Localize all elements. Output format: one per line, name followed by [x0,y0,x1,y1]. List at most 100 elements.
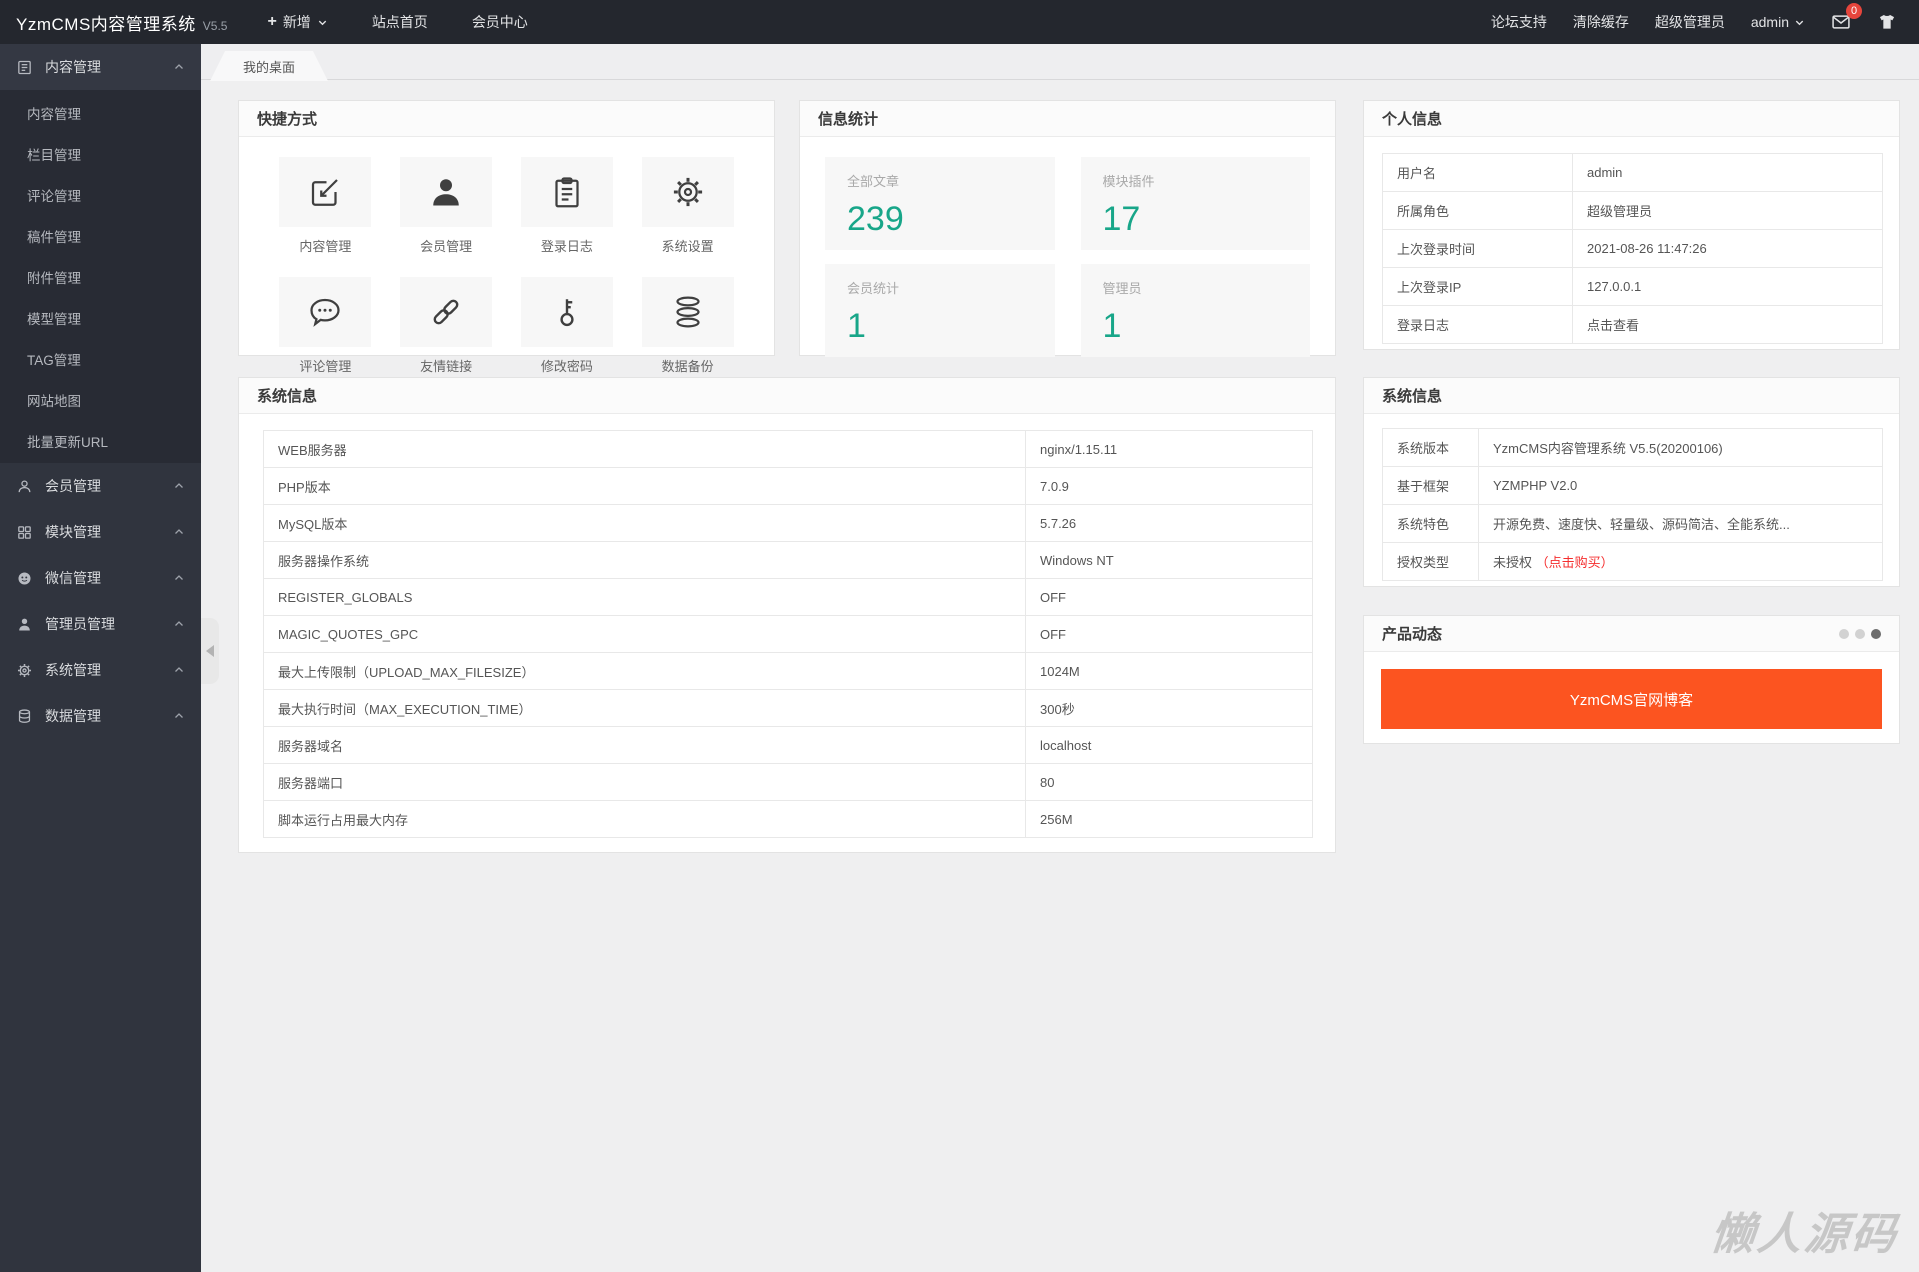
stat-total-articles: 全部文章 239 [825,157,1055,250]
row-value: 127.0.0.1 [1572,267,1883,306]
row-label: PHP版本 [263,467,1026,505]
tab-my-desktop[interactable]: 我的桌面 [210,51,328,81]
sidebar-group-wechat[interactable]: 微信管理 [0,555,201,601]
top-nav: + 新增 站点首页 会员中心 [267,12,527,32]
table-row: 上次登录时间 2021-08-26 11:47:26 [1382,229,1883,268]
profile-table: 用户名 admin 所属角色 超级管理员 上次登录时间 2021-08-26 11:4… [1382,153,1883,344]
buy-license-link[interactable]: （点击购买） [1536,555,1614,570]
panel-title: 快捷方式 [239,101,774,137]
login-log-link[interactable]: 点击查看 [1572,305,1883,344]
row-value: Windows NT [1025,541,1313,579]
row-value: YzmCMS内容管理系统 V5.5(20200106) [1478,428,1883,467]
row-value: nginx/1.15.11 [1025,430,1313,468]
table-row: 系统特色 开源免费、速度快、轻量级、源码简洁、全能系统... [1382,504,1883,543]
shortcut-label: 修改密码 [540,359,593,374]
menu-add[interactable]: + 新增 [267,12,327,32]
app-version: V5.5 [202,18,228,33]
stat-label: 管理员 [1102,281,1142,296]
row-value: 超级管理员 [1572,191,1883,230]
row-value: OFF [1025,615,1313,653]
sidebar-group-data[interactable]: 数据管理 [0,693,201,739]
panel-title: 系统信息 [239,378,1335,414]
sidebar-item-sitemap[interactable]: 网站地图 [0,379,201,420]
messages-button[interactable]: 0 [1831,3,1862,32]
sidebar-group-system[interactable]: 系统管理 [0,647,201,693]
topbar: YzmCMS内容管理系统 V5.5 + 新增 站点首页 会员中心 论坛支持 清除… [0,0,1919,44]
carousel-dot[interactable] [1855,628,1865,639]
menu-site-home-label: 站点首页 [371,14,428,30]
user-menu[interactable]: admin [1751,14,1805,30]
row-value: 5.7.26 [1025,504,1313,542]
username-label: admin [1750,14,1789,30]
official-blog-banner[interactable]: YzmCMS官网博客 [1381,669,1882,729]
sidebar-item-tag-manage[interactable]: TAG管理 [0,338,201,379]
table-row: WEB服务器 nginx/1.15.11 [263,430,1313,468]
shortcut-comment-manage[interactable]: 评论管理 [265,277,386,375]
sidebar-item-model-manage[interactable]: 模型管理 [0,297,201,338]
stat-label: 会员统计 [847,281,900,296]
table-row: 上次登录IP 127.0.0.1 [1382,267,1883,306]
shortcut-data-backup[interactable]: 数据备份 [627,277,748,375]
row-label: WEB服务器 [263,430,1026,468]
sidebar-item-draft-manage[interactable]: 稿件管理 [0,215,201,256]
sidebar-group-admin[interactable]: 管理员管理 [0,601,201,647]
row-label: 上次登录时间 [1382,229,1573,268]
sidebar: 内容管理 内容管理 栏目管理 评论管理 稿件管理 附件管理 模型管理 TAG管理… [0,44,201,1272]
shortcut-friend-links[interactable]: 友情链接 [386,277,507,375]
row-label: 服务器域名 [263,726,1026,764]
table-row: PHP版本 7.0.9 [263,467,1313,505]
panel-profile: 个人信息 用户名 admin 所属角色 超级管理员 上次登录时间 2021-08-26… [1363,100,1900,350]
table-row: 服务器操作系统 Windows NT [263,541,1313,579]
table-row: 系统版本 YzmCMS内容管理系统 V5.5(20200106) [1382,428,1883,467]
theme-button[interactable] [1877,12,1897,32]
table-row: 最大上传限制（UPLOAD_MAX_FILESIZE） 1024M [263,652,1313,690]
panel-title: 系统信息 [1364,378,1899,414]
clipboard-icon [555,177,579,208]
link-forum-support[interactable]: 论坛支持 [1491,12,1547,32]
shirt-icon [1879,14,1895,29]
row-value: 2021-08-26 11:47:26 [1572,229,1883,268]
row-label: MySQL版本 [263,504,1026,542]
chevron-down-icon [318,20,327,25]
shortcut-login-log[interactable]: 登录日志 [507,157,628,255]
chevron-up-icon [175,713,183,718]
sidebar-collapse-handle[interactable] [201,618,219,684]
carousel-dot-active[interactable] [1871,628,1881,639]
chevron-up-icon [175,64,183,69]
shortcut-member-manage[interactable]: 会员管理 [386,157,507,255]
sidebar-group-label: 微信管理 [45,570,101,586]
row-value: YZMPHP V2.0 [1478,466,1883,505]
sidebar-item-attachment-manage[interactable]: 附件管理 [0,256,201,297]
menu-site-home[interactable]: 站点首页 [372,12,428,32]
sidebar-item-content-manage[interactable]: 内容管理 [0,92,201,133]
sidebar-item-batch-update-url[interactable]: 批量更新URL [0,420,201,461]
link-clear-cache[interactable]: 清除缓存 [1573,12,1629,32]
sidebar-group-content[interactable]: 内容管理 [0,44,201,90]
sidebar-group-label: 系统管理 [45,662,101,678]
comment-icon [310,298,341,327]
shortcut-change-password[interactable]: 修改密码 [507,277,628,375]
row-label: 服务器端口 [263,763,1026,801]
message-badge: 0 [1846,3,1862,19]
plus-icon: + [267,13,277,30]
shortcut-system-settings[interactable]: 系统设置 [627,157,748,255]
row-label: MAGIC_QUOTES_GPC [263,615,1026,653]
chevron-up-icon [175,667,183,672]
compose-icon [312,179,339,206]
sidebar-item-comment-manage[interactable]: 评论管理 [0,174,201,215]
shortcut-content-manage[interactable]: 内容管理 [265,157,386,255]
row-label: 服务器操作系统 [263,541,1026,579]
stat-label: 模块插件 [1102,174,1155,189]
sidebar-group-member[interactable]: 会员管理 [0,463,201,509]
sidebar-group-label: 内容管理 [45,59,101,75]
sidebar-item-category-manage[interactable]: 栏目管理 [0,133,201,174]
stats-grid: 全部文章 239 模块插件 17 会员统计 1 管理员 1 [800,137,1335,357]
carousel-dot[interactable] [1839,628,1849,639]
sidebar-group-module[interactable]: 模块管理 [0,509,201,555]
stat-value: 1 [847,307,866,345]
table-row: REGISTER_GLOBALS OFF [263,578,1313,616]
collapse-arrow-icon [206,645,214,657]
license-cell: 未授权 （点击购买） [1478,542,1883,581]
table-row: 所属角色 超级管理员 [1382,191,1883,230]
menu-member-center[interactable]: 会员中心 [472,12,528,32]
